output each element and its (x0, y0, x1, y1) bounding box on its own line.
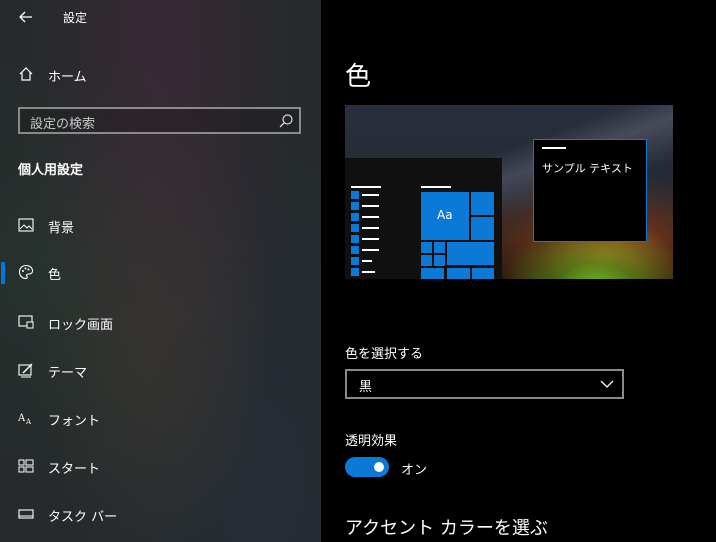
page-title: 色 (345, 62, 372, 92)
dropdown-value: 黒 (359, 380, 373, 395)
font-icon: AA (17, 409, 35, 427)
preview-tile (472, 268, 494, 279)
preview-tile (471, 192, 494, 215)
section-title: 個人用設定 (18, 163, 84, 178)
sidebar-item-label: スタート (48, 462, 101, 477)
preview-tile (434, 242, 445, 253)
preview-line (421, 186, 451, 188)
sidebar-item-label: タスク バー (48, 510, 118, 525)
svg-text:A: A (25, 418, 32, 425)
app-title: 設定 (63, 11, 88, 25)
sidebar-item-label: 色 (48, 268, 62, 283)
search-input[interactable]: 設定の検索 (18, 107, 301, 134)
palette-icon (17, 263, 35, 281)
sidebar-item-label: フォント (48, 414, 101, 429)
preview-app-list (351, 191, 381, 279)
sidebar-item-lock-screen[interactable]: ロック画面 (0, 309, 321, 335)
search-icon[interactable] (278, 113, 294, 129)
sample-text: サンプル テキスト (542, 162, 633, 175)
sidebar-item-label: ロック画面 (48, 318, 114, 333)
sidebar-item-colors[interactable]: 色 (0, 259, 321, 285)
preview-window: サンプル テキスト (533, 139, 647, 242)
sidebar-item-fonts[interactable]: AA フォント (0, 405, 321, 431)
color-select-label: 色を選択する (345, 347, 424, 362)
toggle-knob (374, 462, 384, 472)
preview-start-menu: Aa (345, 158, 502, 279)
preview-tile (434, 255, 445, 266)
toggle-state-label: オン (401, 463, 428, 478)
preview-tile (447, 268, 470, 279)
preview-tile (421, 268, 444, 279)
preview-tile (421, 255, 432, 266)
preview-tile (421, 242, 432, 253)
taskbar-icon (17, 505, 35, 523)
sidebar-item-taskbar[interactable]: タスク バー (0, 501, 321, 527)
svg-text:A: A (18, 413, 26, 424)
sidebar-item-home[interactable]: ホーム (0, 62, 321, 86)
lock-screen-icon (17, 313, 35, 331)
preview-tile (471, 217, 494, 240)
search-placeholder: 設定の検索 (30, 117, 96, 132)
tile-label: Aa (437, 208, 453, 222)
sidebar-item-label: ホーム (48, 70, 87, 85)
picture-icon (17, 216, 35, 234)
accent-color-heading: アクセント カラーを選ぶ (345, 518, 548, 539)
back-arrow-icon (19, 11, 32, 23)
chevron-down-icon (600, 380, 614, 388)
transparency-toggle[interactable] (345, 457, 389, 477)
sidebar-item-themes[interactable]: テーマ (0, 357, 321, 383)
transparency-label: 透明効果 (345, 434, 398, 449)
preview-line (351, 186, 381, 188)
preview-line (542, 147, 566, 149)
sidebar-item-label: 背景 (48, 221, 75, 236)
sidebar: 設定 ホーム 設定の検索 個人用設定 背景 色 ロック画面 テーマ A A フォ… (0, 0, 321, 542)
color-mode-dropdown[interactable]: 黒 (345, 369, 624, 399)
preview-tile (447, 242, 494, 265)
home-icon (17, 65, 35, 83)
back-button[interactable] (14, 6, 38, 28)
sidebar-item-label: テーマ (48, 366, 88, 381)
main-content: 色 Aa サンプル テキスト 色を選択する 黒 透明効果 オン アクセント カラ… (321, 0, 716, 542)
sidebar-item-start[interactable]: スタート (0, 453, 321, 479)
sidebar-item-background[interactable]: 背景 (0, 212, 321, 238)
preview-tile-large: Aa (421, 192, 469, 240)
theme-preview: Aa サンプル テキスト (345, 105, 673, 279)
theme-icon (17, 361, 35, 379)
start-icon (17, 457, 35, 475)
